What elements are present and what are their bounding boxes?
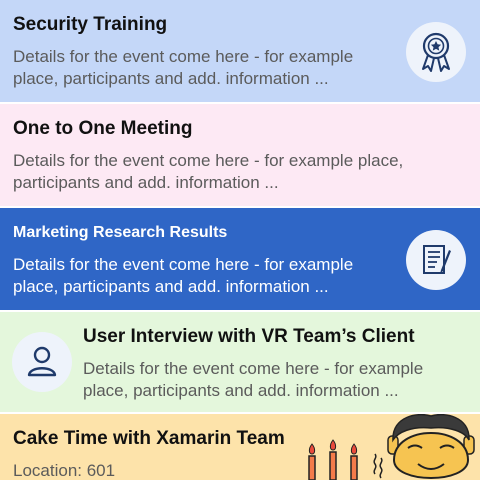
event-description-line: Details for the event come here - for ex… — [13, 151, 404, 170]
event-card-cake-time[interactable]: Cake Time with Xamarin Team Location: 60… — [0, 413, 480, 480]
cake-illustration-icon — [300, 413, 480, 480]
event-title: Marketing Research Results — [13, 224, 228, 241]
event-description-line: Details for the event come here - for ex… — [13, 47, 354, 66]
event-list: Security Training Details for the event … — [0, 0, 480, 480]
event-description: Details for the event come here - for ex… — [13, 150, 403, 194]
event-card-one-to-one-meeting[interactable]: One to One Meeting Details for the event… — [0, 104, 480, 208]
event-title: User Interview with VR Team’s Client — [83, 326, 415, 347]
event-title: Cake Time with Xamarin Team — [13, 428, 285, 449]
event-description-line: place, participants and add. information… — [83, 381, 399, 400]
event-card-user-interview[interactable]: User Interview with VR Team’s Client Det… — [0, 312, 480, 414]
event-description-line: Details for the event come here - for ex… — [83, 359, 424, 378]
award-badge-icon — [406, 22, 466, 82]
event-title: Security Training — [13, 14, 168, 35]
event-description: Details for the event come here - for ex… — [83, 358, 423, 402]
event-card-security-training[interactable]: Security Training Details for the event … — [0, 0, 480, 104]
user-icon — [12, 332, 72, 392]
event-description-line: participants and add. information ... — [13, 173, 279, 192]
event-title: One to One Meeting — [13, 118, 193, 139]
event-description-line: place, participants and add. information… — [13, 277, 329, 296]
event-description-line: Details for the event come here - for ex… — [13, 255, 354, 274]
event-description: Details for the event come here - for ex… — [13, 46, 353, 90]
event-location: Location: 601 — [13, 461, 116, 480]
document-edit-icon — [406, 230, 466, 290]
event-description: Details for the event come here - for ex… — [13, 254, 353, 298]
event-description-line: place, participants and add. information… — [13, 69, 329, 88]
event-card-marketing-research-results[interactable]: Marketing Research Results Details for t… — [0, 208, 480, 312]
